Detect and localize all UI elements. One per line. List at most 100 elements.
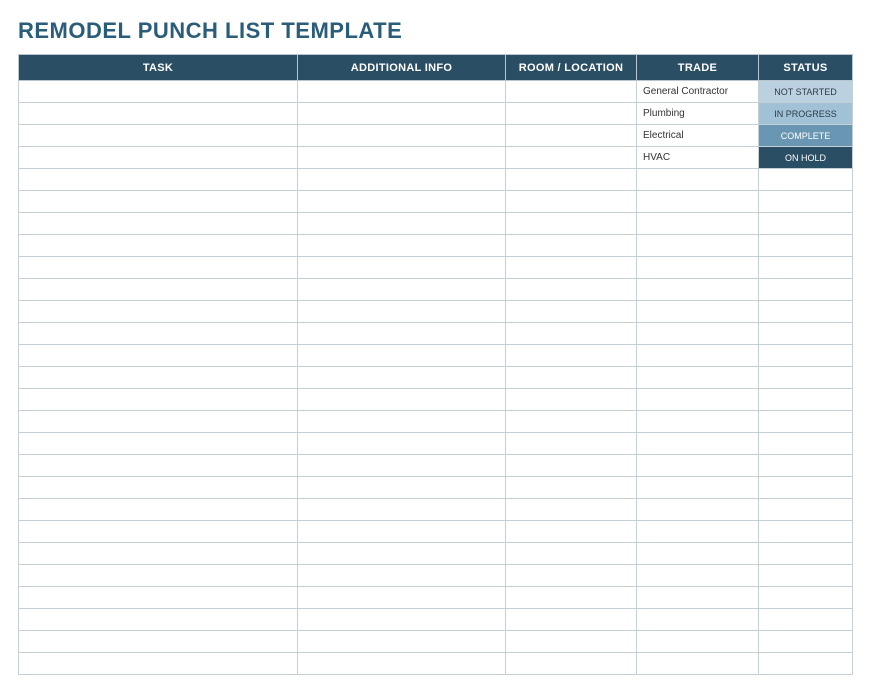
cell-info[interactable] bbox=[298, 565, 506, 587]
cell-task[interactable] bbox=[19, 213, 298, 235]
cell-status[interactable]: ON HOLD bbox=[759, 147, 853, 169]
cell-info[interactable] bbox=[298, 279, 506, 301]
cell-status[interactable] bbox=[759, 587, 853, 609]
cell-task[interactable] bbox=[19, 521, 298, 543]
cell-info[interactable] bbox=[298, 169, 506, 191]
cell-trade[interactable] bbox=[637, 499, 759, 521]
cell-room[interactable] bbox=[506, 147, 637, 169]
cell-task[interactable] bbox=[19, 279, 298, 301]
cell-room[interactable] bbox=[506, 103, 637, 125]
cell-task[interactable] bbox=[19, 587, 298, 609]
cell-room[interactable] bbox=[506, 301, 637, 323]
cell-task[interactable] bbox=[19, 367, 298, 389]
cell-info[interactable] bbox=[298, 543, 506, 565]
cell-task[interactable] bbox=[19, 411, 298, 433]
cell-task[interactable] bbox=[19, 191, 298, 213]
cell-room[interactable] bbox=[506, 213, 637, 235]
cell-task[interactable] bbox=[19, 103, 298, 125]
cell-info[interactable] bbox=[298, 147, 506, 169]
cell-room[interactable] bbox=[506, 499, 637, 521]
cell-info[interactable] bbox=[298, 477, 506, 499]
cell-status[interactable] bbox=[759, 301, 853, 323]
cell-status[interactable] bbox=[759, 609, 853, 631]
cell-info[interactable] bbox=[298, 257, 506, 279]
cell-info[interactable] bbox=[298, 323, 506, 345]
cell-task[interactable] bbox=[19, 477, 298, 499]
cell-room[interactable] bbox=[506, 477, 637, 499]
cell-info[interactable] bbox=[298, 499, 506, 521]
cell-room[interactable] bbox=[506, 455, 637, 477]
cell-task[interactable] bbox=[19, 389, 298, 411]
cell-info[interactable] bbox=[298, 653, 506, 675]
cell-room[interactable] bbox=[506, 367, 637, 389]
cell-trade[interactable] bbox=[637, 213, 759, 235]
cell-task[interactable] bbox=[19, 147, 298, 169]
cell-trade[interactable] bbox=[637, 169, 759, 191]
cell-info[interactable] bbox=[298, 213, 506, 235]
cell-room[interactable] bbox=[506, 257, 637, 279]
cell-trade[interactable] bbox=[637, 455, 759, 477]
cell-task[interactable] bbox=[19, 433, 298, 455]
cell-task[interactable] bbox=[19, 323, 298, 345]
cell-status[interactable] bbox=[759, 543, 853, 565]
cell-room[interactable] bbox=[506, 345, 637, 367]
cell-trade[interactable] bbox=[637, 411, 759, 433]
cell-status[interactable]: COMPLETE bbox=[759, 125, 853, 147]
cell-status[interactable] bbox=[759, 455, 853, 477]
cell-room[interactable] bbox=[506, 81, 637, 103]
cell-info[interactable] bbox=[298, 521, 506, 543]
cell-trade[interactable] bbox=[637, 653, 759, 675]
cell-room[interactable] bbox=[506, 631, 637, 653]
cell-task[interactable] bbox=[19, 455, 298, 477]
cell-status[interactable] bbox=[759, 345, 853, 367]
cell-trade[interactable] bbox=[637, 367, 759, 389]
cell-trade[interactable] bbox=[637, 587, 759, 609]
cell-task[interactable] bbox=[19, 257, 298, 279]
cell-status[interactable] bbox=[759, 389, 853, 411]
cell-trade[interactable] bbox=[637, 279, 759, 301]
cell-room[interactable] bbox=[506, 279, 637, 301]
cell-status[interactable] bbox=[759, 191, 853, 213]
cell-trade[interactable] bbox=[637, 631, 759, 653]
cell-status[interactable] bbox=[759, 499, 853, 521]
cell-room[interactable] bbox=[506, 543, 637, 565]
cell-info[interactable] bbox=[298, 587, 506, 609]
cell-task[interactable] bbox=[19, 543, 298, 565]
cell-info[interactable] bbox=[298, 433, 506, 455]
cell-room[interactable] bbox=[506, 609, 637, 631]
cell-trade[interactable] bbox=[637, 477, 759, 499]
cell-trade[interactable] bbox=[637, 389, 759, 411]
cell-task[interactable] bbox=[19, 235, 298, 257]
cell-status[interactable] bbox=[759, 367, 853, 389]
cell-status[interactable] bbox=[759, 323, 853, 345]
cell-task[interactable] bbox=[19, 565, 298, 587]
cell-trade[interactable]: Plumbing bbox=[637, 103, 759, 125]
cell-trade[interactable]: Electrical bbox=[637, 125, 759, 147]
cell-trade[interactable] bbox=[637, 433, 759, 455]
cell-room[interactable] bbox=[506, 389, 637, 411]
cell-task[interactable] bbox=[19, 499, 298, 521]
cell-info[interactable] bbox=[298, 235, 506, 257]
cell-room[interactable] bbox=[506, 433, 637, 455]
cell-info[interactable] bbox=[298, 301, 506, 323]
cell-status[interactable] bbox=[759, 433, 853, 455]
cell-info[interactable] bbox=[298, 389, 506, 411]
cell-status[interactable] bbox=[759, 411, 853, 433]
cell-room[interactable] bbox=[506, 323, 637, 345]
cell-trade[interactable] bbox=[637, 301, 759, 323]
cell-trade[interactable]: General Contractor bbox=[637, 81, 759, 103]
cell-room[interactable] bbox=[506, 653, 637, 675]
cell-room[interactable] bbox=[506, 587, 637, 609]
cell-status[interactable]: IN PROGRESS bbox=[759, 103, 853, 125]
cell-status[interactable] bbox=[759, 169, 853, 191]
cell-info[interactable] bbox=[298, 345, 506, 367]
cell-room[interactable] bbox=[506, 191, 637, 213]
cell-task[interactable] bbox=[19, 345, 298, 367]
cell-status[interactable] bbox=[759, 279, 853, 301]
cell-status[interactable] bbox=[759, 213, 853, 235]
cell-trade[interactable] bbox=[637, 323, 759, 345]
cell-trade[interactable] bbox=[637, 257, 759, 279]
cell-trade[interactable] bbox=[637, 543, 759, 565]
cell-info[interactable] bbox=[298, 411, 506, 433]
cell-trade[interactable] bbox=[637, 235, 759, 257]
